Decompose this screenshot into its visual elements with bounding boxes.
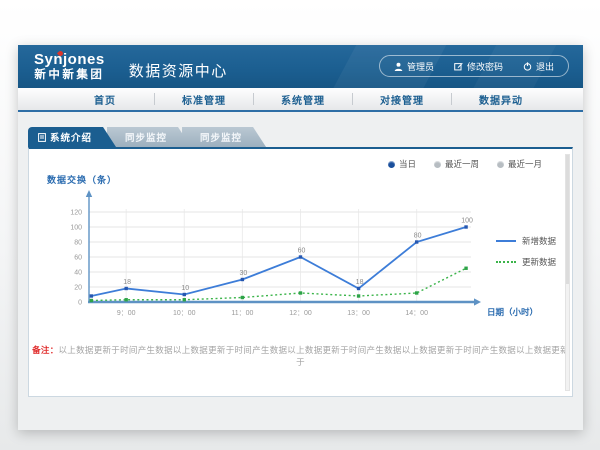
logout-button[interactable]: 退出 [513, 60, 564, 73]
user-icon [394, 62, 403, 71]
tab-label: 同步监控 [200, 130, 242, 144]
svg-text:80: 80 [414, 233, 422, 240]
footnote-text: 以上数据更新于时间产生数据以上数据更新于时间产生数据以上数据更新于时间产生数据以… [59, 345, 569, 367]
svg-text:日期（小时）: 日期（小时） [487, 307, 538, 317]
tab-sync-monitor-1[interactable]: 同步监控 [107, 127, 191, 147]
legend-new-data[interactable]: 新增数据 [496, 235, 556, 247]
radio-label: 最近一周 [445, 158, 479, 170]
nav-item-standard-mgmt[interactable]: 标准管理 [155, 92, 253, 107]
svg-text:100: 100 [461, 218, 473, 225]
content-area: 系统介绍 同步监控 同步监控 当日 最近一周 [18, 112, 583, 397]
tab-sync-monitor-2[interactable]: 同步监控 [182, 127, 266, 147]
svg-text:9：00: 9：00 [117, 310, 136, 317]
change-password-button[interactable]: 修改密码 [444, 60, 513, 73]
logo-text-en: Synjones [34, 52, 105, 68]
scrollbar-thumb[interactable] [566, 155, 569, 284]
footnote: 备注：以上数据更新于时间产生数据以上数据更新于时间产生数据以上数据更新于时间产生… [29, 344, 572, 368]
current-user-button[interactable]: 管理员 [384, 60, 444, 73]
logout-label: 退出 [536, 60, 554, 73]
radio-today[interactable]: 当日 [388, 158, 416, 170]
edit-icon [454, 62, 463, 71]
logo-text-cn: 新中新集团 [34, 69, 105, 81]
legend-label: 新增数据 [522, 235, 556, 247]
radio-dot-icon [497, 161, 504, 168]
radio-dot-icon [434, 161, 441, 168]
change-password-label: 修改密码 [467, 60, 503, 73]
solid-line-icon [496, 240, 516, 242]
panel-scrollbar[interactable] [565, 154, 570, 391]
radio-last-month[interactable]: 最近一月 [497, 158, 542, 170]
nav-item-interface-mgmt[interactable]: 对接管理 [353, 92, 451, 107]
main-nav: 首页 标准管理 系统管理 对接管理 数据异动 [18, 88, 583, 112]
company-logo: Synjones 新中新集团 [34, 52, 105, 81]
document-icon [38, 133, 46, 142]
svg-text:120: 120 [70, 210, 82, 217]
tab-bar: 系统介绍 同步监控 同步监控 [28, 127, 583, 147]
nav-item-system-mgmt[interactable]: 系统管理 [254, 92, 352, 107]
svg-text:18: 18 [123, 279, 131, 286]
radio-label: 当日 [399, 158, 416, 170]
svg-text:60: 60 [298, 248, 306, 255]
dotted-line-icon [496, 261, 516, 263]
app-window: Synjones 新中新集团 数据资源中心 管理员 修改密码 [18, 45, 583, 430]
chart-legend: 新增数据 更新数据 [496, 235, 556, 277]
power-icon [523, 62, 532, 71]
svg-text:30: 30 [239, 270, 247, 277]
svg-text:60: 60 [74, 255, 82, 262]
tab-system-intro[interactable]: 系统介绍 [28, 127, 116, 147]
svg-text:80: 80 [74, 240, 82, 247]
time-range-options: 当日 最近一周 最近一月 [388, 158, 542, 170]
page-title: 数据资源中心 [129, 52, 228, 81]
radio-label: 最近一月 [508, 158, 542, 170]
svg-text:11：00: 11：00 [231, 310, 253, 317]
legend-updated-data[interactable]: 更新数据 [496, 256, 556, 268]
app-header: Synjones 新中新集团 数据资源中心 管理员 修改密码 [18, 45, 583, 88]
line-chart: 0 20 40 60 80 100 120 9：00 10：00 11：00 12：00 13：00 1… [29, 185, 569, 330]
footnote-prefix: 备注： [32, 345, 58, 355]
chart-panel: 当日 最近一周 最近一月 数据交换（条） 0204060801001209：00… [28, 147, 573, 397]
tab-label: 同步监控 [125, 130, 167, 144]
legend-label: 更新数据 [522, 256, 556, 268]
svg-text:40: 40 [74, 270, 82, 277]
nav-item-home[interactable]: 首页 [56, 92, 154, 107]
user-name: 管理员 [407, 60, 434, 73]
svg-text:20: 20 [74, 285, 82, 292]
svg-text:10：00: 10：00 [173, 310, 196, 317]
radio-last-week[interactable]: 最近一周 [434, 158, 479, 170]
svg-text:0: 0 [78, 300, 82, 307]
nav-item-data-change[interactable]: 数据异动 [452, 92, 550, 107]
svg-text:100: 100 [70, 225, 82, 232]
svg-text:12：00: 12：00 [289, 310, 312, 317]
svg-text:18: 18 [356, 279, 364, 286]
radio-dot-icon [388, 161, 395, 168]
svg-text:13：00: 13：00 [347, 310, 370, 317]
user-toolbar: 管理员 修改密码 退出 [379, 55, 569, 77]
tab-label: 系统介绍 [50, 130, 92, 144]
svg-text:14：00: 14：00 [405, 310, 428, 317]
svg-text:10: 10 [181, 285, 189, 292]
